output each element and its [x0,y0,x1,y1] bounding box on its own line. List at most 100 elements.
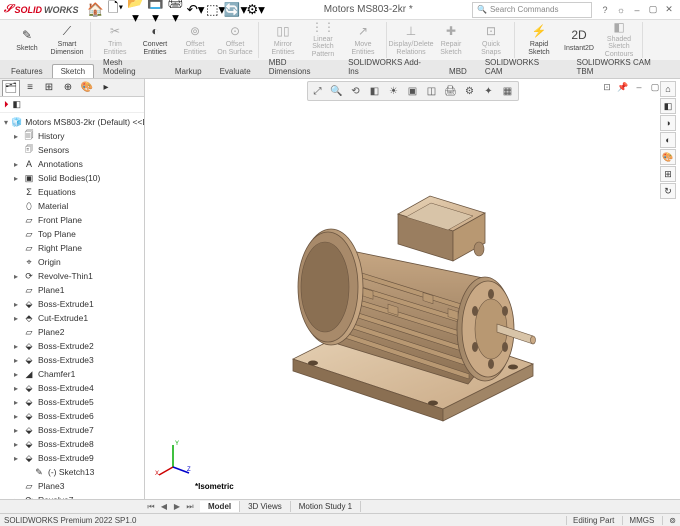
view-tool-button[interactable]: 🖨 [442,83,460,99]
task-pane-tab[interactable]: ⊞ [660,166,676,182]
more-tab[interactable]: ▸ [97,80,115,96]
tree-item[interactable]: ▱Plane1 [2,283,142,297]
tree-item[interactable]: ▸⬙Boss-Extrude3 [2,353,142,367]
tree-item[interactable]: ▸⬙Boss-Extrude6 [2,409,142,423]
tab-mbd[interactable]: MBD [440,64,476,78]
dim-tab[interactable]: ⊕ [59,80,77,96]
doc-pin-icon[interactable]: 📌 [616,81,630,93]
task-pane-tab[interactable]: ◑ [660,115,676,131]
property-tab[interactable]: ≡ [21,80,39,96]
tree-item[interactable]: ⬯Material [2,199,142,213]
bottom-tab-motion-study-1[interactable]: Motion Study 1 [291,501,361,512]
tree-item[interactable]: ▸▣Solid Bodies(10) [2,171,142,185]
tree-item[interactable]: ▸⟳Revolve-Thin1 [2,269,142,283]
tree-item[interactable]: ▸⬙Boss-Extrude7 [2,423,142,437]
save-button[interactable]: 💾▾ [147,2,165,18]
tree-item[interactable]: ▸⬙Boss-Extrude8 [2,437,142,451]
options-button[interactable]: ⚙▾ [247,2,265,18]
expand-icon[interactable]: ▸ [12,426,20,435]
view-tool-button[interactable]: ⟲ [347,83,365,99]
expand-icon[interactable]: ▸ [12,342,20,351]
tab-solidworks-add-ins[interactable]: SOLIDWORKS Add-Ins [339,55,440,78]
expand-icon[interactable]: ▸ [12,314,20,323]
tab-solidworks-cam-tbm[interactable]: SOLIDWORKS CAM TBM [568,55,679,78]
tree-item[interactable]: ⌖Origin [2,255,142,269]
bottom-tab-3d-views[interactable]: 3D Views [240,501,291,512]
tree-root-item[interactable]: ▾ 🧊 Motors MS803-2kr (Default) <<D [2,115,142,129]
settings-button[interactable]: ☼ [614,3,628,17]
config-tab[interactable]: ⊞ [40,80,58,96]
new-button[interactable]: 🗋▾ [107,2,125,18]
expand-icon[interactable]: ▾ [4,118,8,127]
tree-item[interactable]: ▸⬙Boss-Extrude2 [2,339,142,353]
tab-nav-button[interactable]: ◀ [158,502,170,512]
close-button[interactable]: ✕ [662,3,676,17]
undo-button[interactable]: ↶▾ [187,2,205,18]
tree-item[interactable]: ΣEquations [2,185,142,199]
graphics-viewport[interactable]: ⊡ 📌 – ▢ ✕ ⤢🔍⟲◧☀▣◫🖨⚙✦▦ [145,79,680,499]
tree-item[interactable]: ▸AAnnotations [2,157,142,171]
expand-icon[interactable]: ▸ [12,160,20,169]
task-pane-tab[interactable]: ↻ [660,183,676,199]
bottom-tab-model[interactable]: Model [200,501,240,512]
tab-features[interactable]: Features [2,64,52,78]
minimize-button[interactable]: – [630,3,644,17]
open-button[interactable]: 📂▾ [127,2,145,18]
tree-item[interactable]: ▱Right Plane [2,241,142,255]
expand-icon[interactable]: ▸ [12,132,20,141]
expand-icon[interactable]: ▸ [12,300,20,309]
feature-tree-tab[interactable]: 🗂 [2,80,20,96]
expand-icon[interactable]: ▸ [12,384,20,393]
doc-options-icon[interactable]: ⊡ [600,81,614,93]
tree-item[interactable]: ▸⟳Revolve7 [2,493,142,499]
maximize-button[interactable]: ▢ [646,3,660,17]
tree-item[interactable]: ▱Plane3 [2,479,142,493]
view-tool-button[interactable]: ▦ [499,83,517,99]
status-extra-icon[interactable]: ⊚ [662,516,676,525]
tree-item[interactable]: ▱Plane2 [2,325,142,339]
help-button[interactable]: ? [598,3,612,17]
tab-evaluate[interactable]: Evaluate [211,64,260,78]
ribbon-sketch[interactable]: ✎Sketch [8,22,46,58]
rebuild-button[interactable]: 🔄▾ [227,2,245,18]
expand-icon[interactable]: ▸ [12,272,20,281]
view-tool-button[interactable]: ✦ [480,83,498,99]
tab-nav-button[interactable]: ▶ [171,502,183,512]
tree-item[interactable]: ▱Front Plane [2,213,142,227]
tab-sketch[interactable]: Sketch [52,64,94,78]
tree-display-icon[interactable]: ◧ [13,99,22,110]
task-pane-tab[interactable]: 🎨 [660,149,676,165]
filter-icon[interactable]: ⏵ [4,99,9,110]
expand-icon[interactable]: ▸ [12,440,20,449]
tree-item[interactable]: ▸◢Chamfer1 [2,367,142,381]
expand-icon[interactable]: ▸ [12,454,20,463]
expand-icon[interactable]: ▸ [12,398,20,407]
ribbon-smart-dimension[interactable]: ⟋SmartDimension [48,22,86,58]
select-button[interactable]: ⬚▾ [207,2,225,18]
orientation-triad[interactable]: Y X Z [153,437,193,477]
status-units[interactable]: MMGS [622,516,654,525]
view-tool-button[interactable]: ☀ [385,83,403,99]
tab-nav-button[interactable]: ⏭ [184,502,196,512]
view-tool-button[interactable]: 🔍 [328,83,346,99]
tab-solidworks-cam[interactable]: SOLIDWORKS CAM [476,55,568,78]
tree-item[interactable]: 🗊Sensors [2,143,142,157]
tab-markup[interactable]: Markup [166,64,211,78]
task-pane-tab[interactable]: ◐ [660,132,676,148]
tab-nav-button[interactable]: ⏮ [145,502,157,512]
tree-item[interactable]: ▸⬙Boss-Extrude1 [2,297,142,311]
expand-icon[interactable]: ▸ [12,356,20,365]
ribbon-rapid-sketch[interactable]: ⚡RapidSketch [520,22,558,58]
ribbon-instant2d[interactable]: 2DInstant2D [560,22,598,58]
task-pane-tab[interactable]: ⌂ [660,81,676,97]
tree-item[interactable]: ▸⬙Boss-Extrude5 [2,395,142,409]
tree-item[interactable]: ▸⬙Boss-Extrude9 [2,451,142,465]
tree-item[interactable]: ✎(-) Sketch13 [2,465,142,479]
expand-icon[interactable]: ▸ [12,412,20,421]
tab-mbd-dimensions[interactable]: MBD Dimensions [260,55,339,78]
expand-icon[interactable]: ▸ [12,370,20,379]
print-button[interactable]: 🖨▾ [167,2,185,18]
search-commands-input[interactable]: 🔍 Search Commands [472,2,592,18]
view-tool-button[interactable]: ▣ [404,83,422,99]
tree-item[interactable]: ▸⬙Boss-Extrude4 [2,381,142,395]
